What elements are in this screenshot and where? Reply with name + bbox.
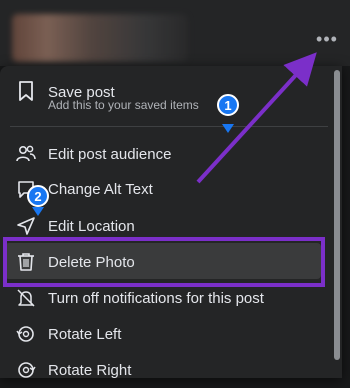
annotation-badge-2: 2	[27, 185, 49, 207]
annotation-arrow	[196, 52, 317, 184]
annotation-badge-1: 1	[217, 94, 239, 116]
annotation-badge-pointer	[222, 124, 234, 133]
annotation-badge-pointer	[32, 207, 44, 216]
